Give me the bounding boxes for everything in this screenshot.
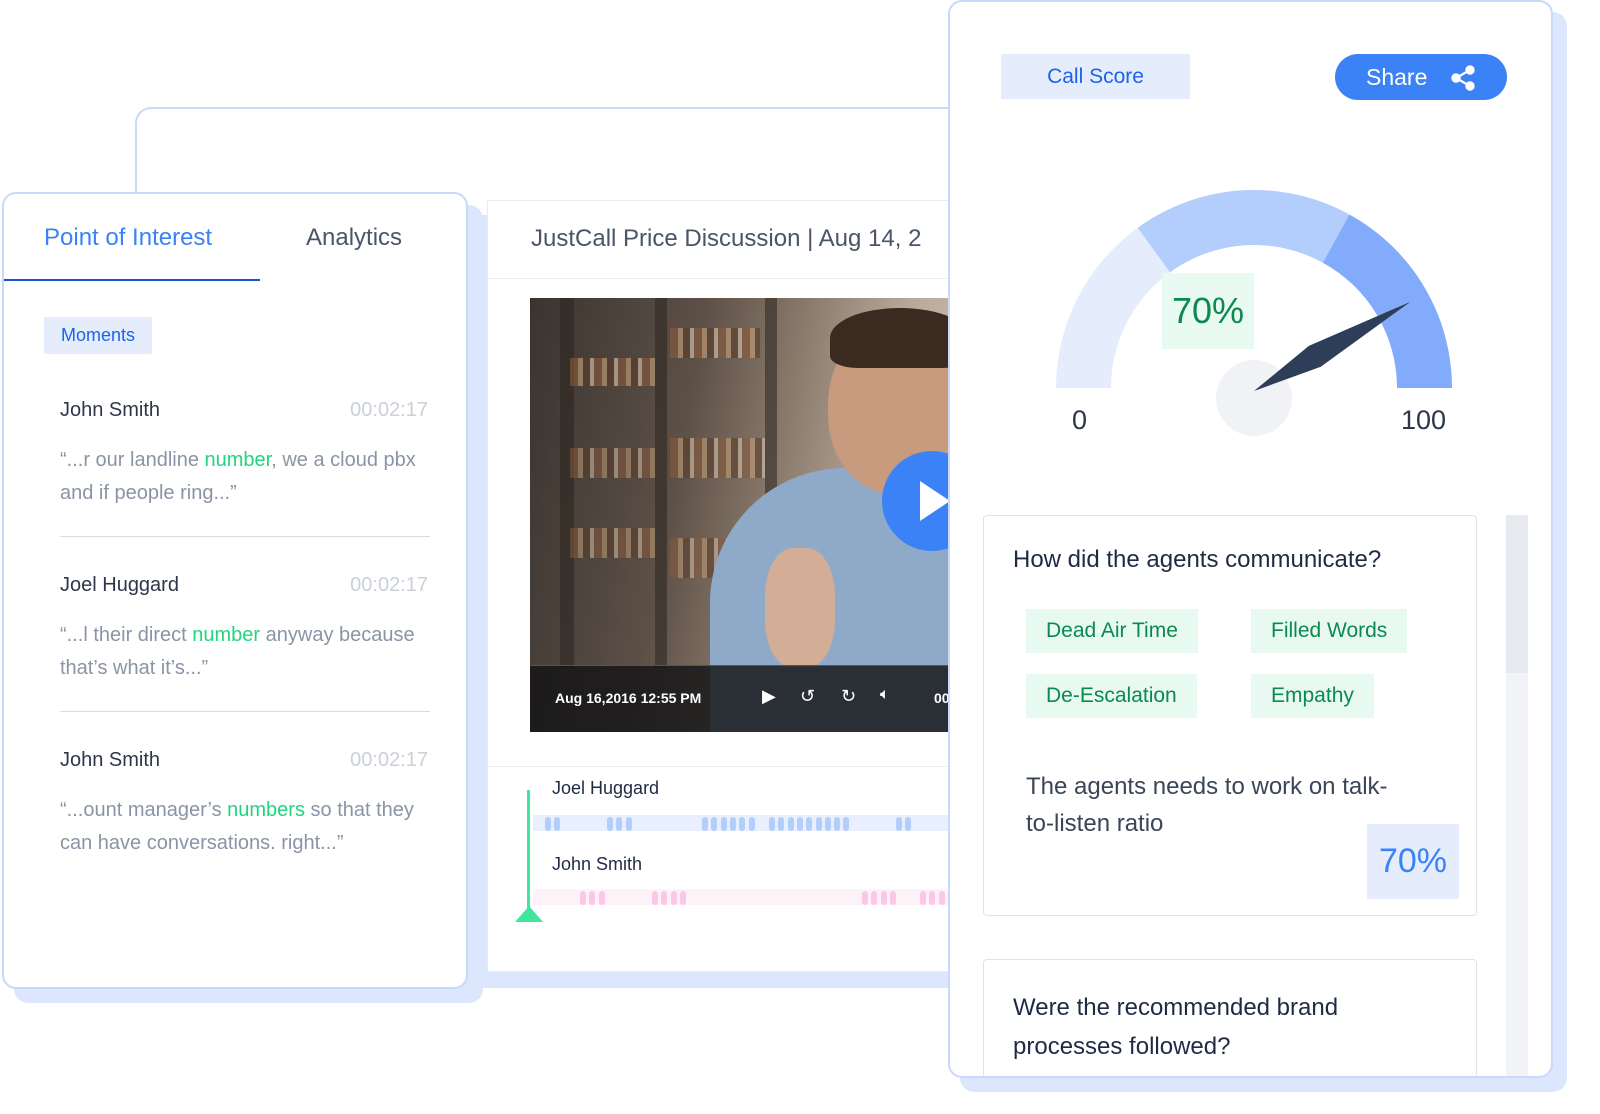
speech-segment — [625, 817, 632, 831]
gauge-needle — [1254, 301, 1411, 391]
speech-segment — [896, 817, 902, 831]
gauge-segment — [1137, 189, 1350, 273]
question-card: Were the recommended brand processes fol… — [983, 959, 1477, 1076]
moment-item[interactable]: Joel Huggard 00:02:17 “...l their direct… — [60, 574, 430, 685]
gauge-value: 70% — [1162, 273, 1254, 349]
speech-segment — [607, 817, 613, 831]
active-tab-indicator — [4, 279, 260, 281]
timeline-speaker: Joel Huggard — [552, 778, 660, 798]
speech-segment — [652, 891, 658, 905]
speech-segment — [711, 817, 718, 831]
moment-item[interactable]: John Smith 00:02:17 “...r our landline n… — [60, 399, 430, 510]
speech-segment — [580, 891, 586, 905]
speech-segment — [670, 891, 677, 905]
call-title: JustCall Price Discussion | Aug 14, 2 — [531, 225, 922, 252]
tab-analytics[interactable]: Analytics — [306, 224, 402, 252]
speech-segment — [729, 817, 736, 831]
speech-segment — [938, 891, 945, 905]
play-icon[interactable]: ▶ — [762, 686, 776, 707]
moment-item[interactable]: John Smith 00:02:17 “...ount manager’s n… — [60, 749, 430, 860]
speech-segment — [889, 891, 896, 905]
gauge-segment — [1056, 227, 1170, 388]
gauge-segment — [1322, 214, 1452, 388]
forward-5-icon[interactable]: ↻ — [841, 686, 856, 707]
tag-de-escalation[interactable]: De-Escalation — [1026, 674, 1197, 718]
playhead-handle[interactable] — [515, 906, 543, 922]
moments-panel: Point of Interest Analytics Moments John… — [2, 192, 468, 989]
card-percent: 70% — [1367, 824, 1459, 899]
call-score-label: Call Score — [1001, 54, 1190, 99]
moment-time: 00:02:17 — [350, 399, 428, 421]
divider — [60, 536, 430, 537]
speech-segment — [929, 891, 936, 905]
divider — [488, 278, 958, 279]
keyword: number — [204, 449, 272, 471]
speech-segment — [806, 817, 813, 831]
speech-segment — [905, 817, 912, 831]
gauge-max: 100 — [1401, 405, 1447, 435]
tag-empathy[interactable]: Empathy — [1251, 674, 1374, 718]
speech-segment — [720, 817, 727, 831]
speech-segment — [661, 891, 668, 905]
card-question: Were the recommended brand processes fol… — [1013, 994, 1339, 1060]
gauge-min: 0 — [1072, 405, 1088, 435]
moment-quote: “...ount manager’s numbers so that they … — [60, 799, 414, 854]
video-player[interactable]: Aug 16,2016 12:55 PM ▶ ↺ ↻ 🔈︎ 00 — [530, 298, 960, 732]
tab-point-of-interest[interactable]: Point of Interest — [44, 224, 212, 252]
keyword: numbers — [227, 799, 305, 821]
moments-filter-chip[interactable]: Moments — [44, 317, 153, 354]
keyword: number — [192, 624, 261, 646]
share-icon — [1451, 65, 1475, 91]
speech-segment — [748, 817, 755, 831]
moment-time: 00:02:17 — [350, 574, 428, 596]
moment-time: 00:02:17 — [350, 749, 428, 771]
share-label: Share — [1366, 64, 1428, 90]
share-button[interactable]: Share — [1335, 54, 1507, 100]
speech-segment — [824, 817, 831, 831]
speech-segment — [815, 817, 822, 831]
speech-segment — [616, 817, 623, 831]
speech-segment — [796, 817, 803, 831]
scrollbar-thumb[interactable] — [1506, 515, 1528, 673]
speech-segment — [589, 891, 596, 905]
video-controls: Aug 16,2016 12:55 PM ▶ ↺ ↻ 🔈︎ 00 — [530, 665, 960, 732]
volume-icon[interactable]: 🔈︎ — [880, 686, 890, 704]
speech-segment — [778, 817, 785, 831]
speech-segment — [598, 891, 605, 905]
speech-segment — [554, 817, 561, 831]
speech-segment — [843, 817, 850, 831]
timeline-speaker: John Smith — [552, 854, 643, 874]
rewind-5-icon[interactable]: ↺ — [800, 686, 815, 707]
question-card: How did the agents communicate? Dead Air… — [983, 515, 1477, 916]
speech-segment — [545, 817, 551, 831]
speech-segment — [834, 817, 841, 831]
speech-segment — [920, 891, 926, 905]
speech-segment — [862, 891, 868, 905]
speech-segment — [679, 891, 686, 905]
tag-filled-words[interactable]: Filled Words — [1251, 609, 1408, 653]
card-question: How did the agents communicate? — [1013, 546, 1382, 573]
moment-quote: “...l their direct number anyway because… — [60, 624, 415, 679]
call-panel: JustCall Price Discussion | Aug 14, 2 Au… — [487, 200, 963, 972]
playhead[interactable] — [527, 790, 530, 912]
score-panel: Call Score Share 70% 0 100 How did the a… — [948, 0, 1553, 1078]
speaker-track-john[interactable] — [533, 889, 963, 905]
video-timestamp: Aug 16,2016 12:55 PM — [555, 690, 702, 706]
speech-segment — [787, 817, 794, 831]
tag-dead-air-time[interactable]: Dead Air Time — [1026, 609, 1198, 653]
divider — [488, 766, 958, 767]
moment-quote: “...r our landline number, we a cloud pb… — [60, 449, 416, 504]
speech-segment — [702, 817, 708, 831]
speech-segment — [871, 891, 878, 905]
card-note: The agents needs to work on talk-to-list… — [1026, 773, 1388, 837]
speech-segment — [769, 817, 775, 831]
divider — [60, 711, 430, 712]
speaker-track-joel[interactable] — [533, 815, 963, 831]
speech-segment — [880, 891, 887, 905]
speech-segment — [739, 817, 746, 831]
